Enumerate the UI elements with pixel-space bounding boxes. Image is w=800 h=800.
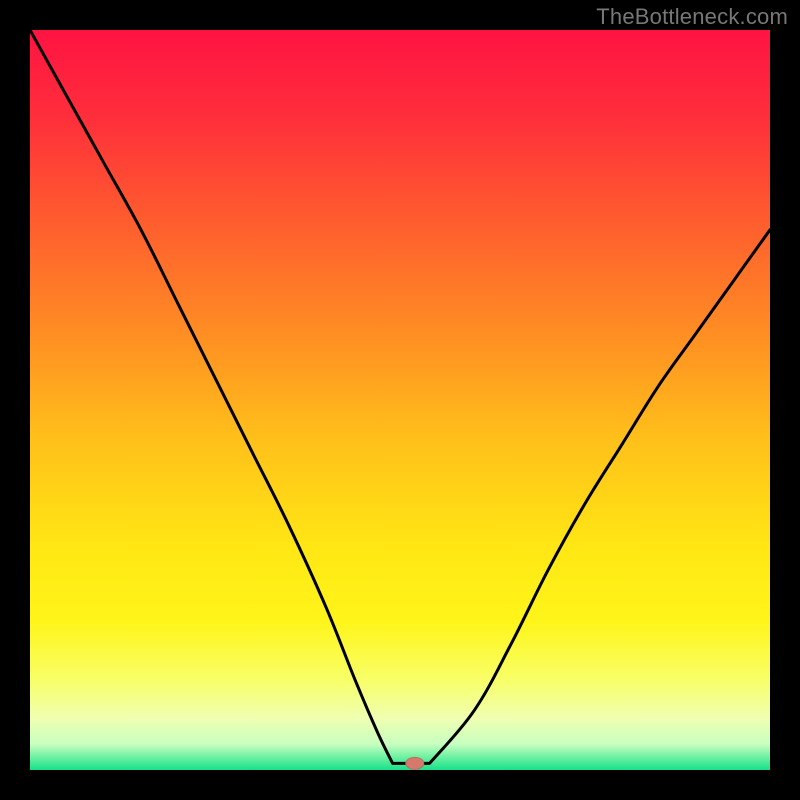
chart-frame: TheBottleneck.com	[0, 0, 800, 800]
bottleneck-chart	[30, 30, 770, 770]
optimal-point-marker	[406, 757, 424, 769]
plot-area	[30, 30, 770, 770]
watermark-text: TheBottleneck.com	[596, 4, 788, 30]
gradient-background	[30, 30, 770, 770]
